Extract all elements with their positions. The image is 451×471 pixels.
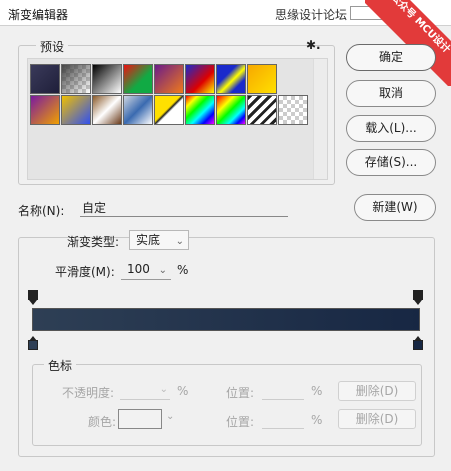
watermark-text: 思缘设计论坛 — [275, 8, 348, 22]
preset-swatch[interactable] — [30, 95, 60, 125]
smoothness-select[interactable]: 100 ⌄ — [121, 260, 171, 280]
cancel-button[interactable]: 取消 — [346, 80, 436, 107]
color-location-unit: % — [311, 413, 323, 427]
window-title: 渐变编辑器 — [8, 8, 69, 22]
preset-swatch[interactable] — [123, 95, 153, 125]
opacity-location-unit: % — [311, 384, 323, 398]
load-button[interactable]: 载入(L)... — [346, 115, 436, 142]
stop-color-swatch[interactable] — [118, 409, 162, 429]
chevron-down-icon: ⌄ — [175, 236, 184, 247]
gradient-preview-bar[interactable] — [32, 308, 420, 331]
title-bar: 渐变编辑器 思缘设计论坛 — [0, 0, 451, 26]
opacity-label: 不透明度: — [62, 386, 115, 400]
chevron-down-icon: ⌄ — [159, 384, 168, 395]
smoothness-label: 平滑度(M): — [55, 265, 115, 279]
presets-grid — [27, 58, 328, 180]
settings-icon[interactable]: ✱. — [306, 38, 321, 52]
smoothness-value: 100 — [127, 262, 150, 276]
name-input[interactable]: 自定 — [80, 201, 288, 217]
opacity-stop-left[interactable] — [28, 290, 38, 305]
presets-scrollbar[interactable] — [313, 59, 327, 179]
opacity-input: ⌄ — [120, 384, 170, 400]
name-label: 名称(N): — [18, 204, 65, 218]
preset-swatch[interactable] — [185, 95, 215, 125]
chevron-down-icon[interactable]: ⌄ — [166, 411, 174, 422]
preset-swatch[interactable] — [247, 95, 277, 125]
opacity-location-input — [262, 384, 304, 400]
color-stops-group — [32, 364, 422, 446]
ok-button[interactable]: 确定 — [346, 44, 436, 71]
color-location-input — [262, 413, 304, 429]
preset-swatch[interactable] — [92, 95, 122, 125]
opacity-location-label: 位置: — [226, 386, 255, 400]
title-mini-field — [350, 6, 390, 20]
preset-swatch[interactable] — [154, 95, 184, 125]
preset-swatch[interactable] — [92, 64, 122, 94]
color-stops-legend: 色标 — [44, 357, 77, 374]
color-location-label: 位置: — [226, 415, 255, 429]
preset-swatch[interactable] — [30, 64, 60, 94]
preset-swatch[interactable] — [216, 95, 246, 125]
chevron-down-icon: ⌄ — [158, 265, 167, 276]
opacity-unit: % — [177, 384, 189, 398]
delete-color-stop-button[interactable]: 删除(D) — [338, 409, 416, 429]
color-stop-left[interactable] — [28, 336, 38, 350]
new-button[interactable]: 新建(W) — [354, 194, 436, 221]
delete-opacity-stop-button[interactable]: 删除(D) — [338, 381, 416, 401]
color-stop-right[interactable] — [413, 336, 423, 350]
preset-swatch[interactable] — [185, 64, 215, 94]
preset-swatch[interactable] — [278, 95, 308, 125]
color-label: 颜色: — [88, 415, 117, 429]
gradient-type-value: 实底 — [136, 233, 161, 247]
save-button[interactable]: 存储(S)... — [346, 149, 436, 176]
preset-swatch[interactable] — [61, 95, 91, 125]
gradient-type-select[interactable]: 实底 ⌄ — [129, 230, 189, 250]
preset-swatch[interactable] — [216, 64, 246, 94]
preset-swatch[interactable] — [123, 64, 153, 94]
preset-swatch[interactable] — [61, 64, 91, 94]
gradient-type-label: 渐变类型: — [67, 235, 120, 249]
smoothness-unit: % — [177, 263, 189, 277]
presets-group — [18, 45, 335, 185]
preset-swatch[interactable] — [247, 64, 277, 94]
opacity-stop-right[interactable] — [413, 290, 423, 305]
preset-swatch[interactable] — [154, 64, 184, 94]
presets-legend: 预设 — [36, 38, 69, 55]
